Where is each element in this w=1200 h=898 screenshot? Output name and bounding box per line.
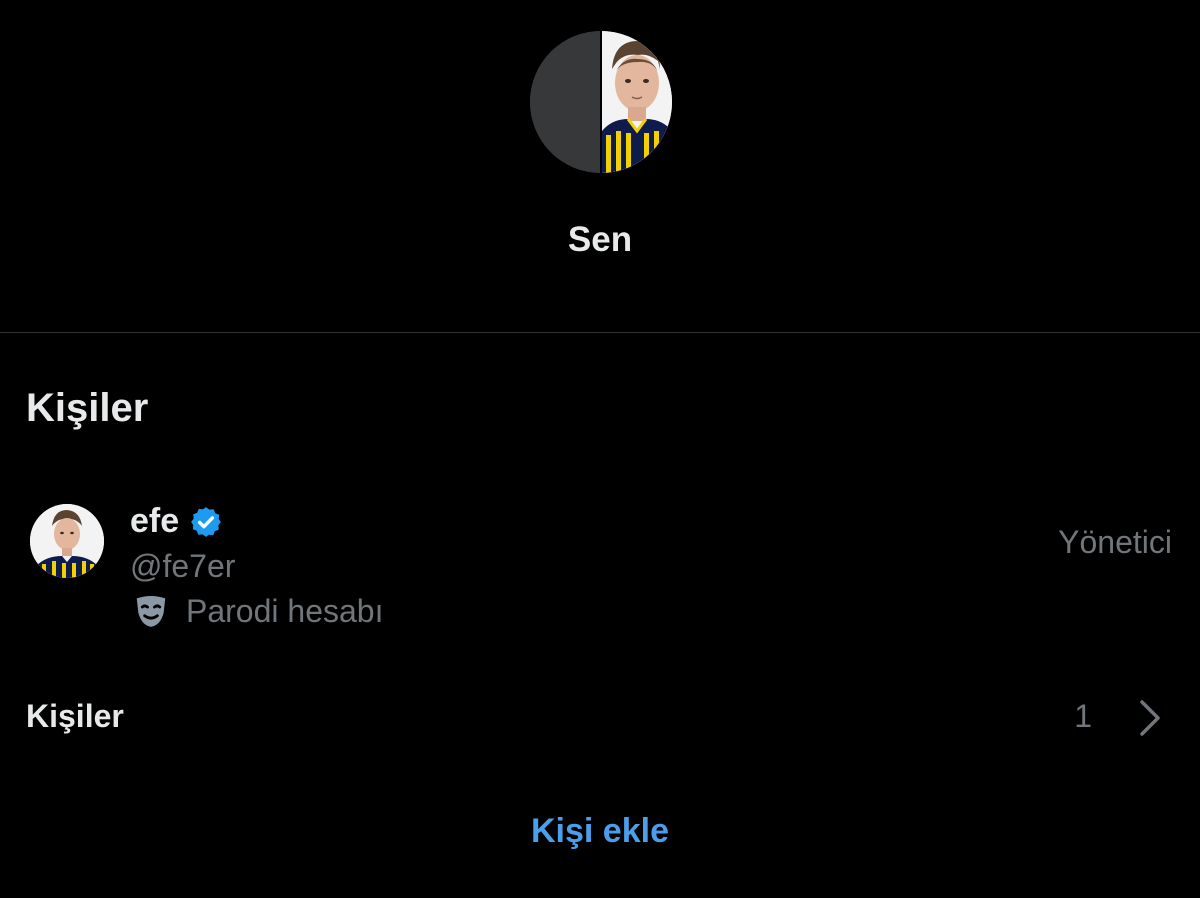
people-row-label: Kişiler [26,698,124,734]
chevron-right-icon[interactable] [1138,698,1162,738]
people-row[interactable]: Kişiler 1 [0,690,1200,746]
member-handle: @fe7er [130,548,236,584]
player-photo-icon [602,31,672,173]
member-name-text: efe [130,502,180,540]
group-avatar[interactable] [530,31,672,173]
add-person-button[interactable]: Kişi ekle [0,812,1200,851]
member-label: Parodi hesabı [132,592,383,630]
group-name: Sen [567,220,633,259]
verified-badge-icon [191,506,222,537]
member-role: Yönetici [1058,524,1172,560]
people-count: 1 [1074,698,1092,734]
member-avatar[interactable] [30,504,104,578]
group-avatar-photo [602,31,672,173]
member-name: efe [130,502,223,541]
section-divider [0,332,1200,333]
member-label-text: Parodi hesabı [186,592,384,629]
member-row[interactable]: efe @fe7er Parodi hesabı Yönetici [0,490,1200,640]
people-section-title: Kişiler [26,386,149,430]
parody-mask-icon [136,595,166,627]
group-avatar-empty-half [530,31,600,173]
member-photo-icon [30,504,104,578]
